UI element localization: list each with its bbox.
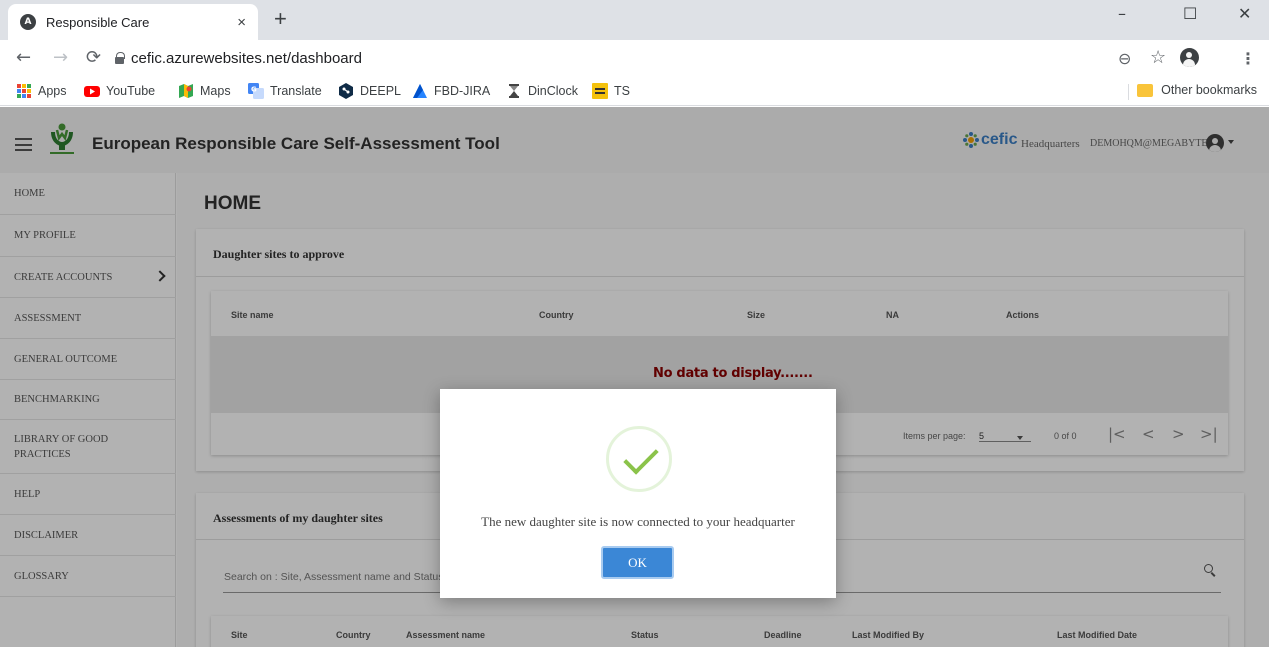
ts-icon — [592, 83, 608, 99]
reload-icon[interactable]: ⟳ — [86, 48, 101, 68]
angular-favicon-icon: A — [20, 14, 36, 30]
bookmark-deepl[interactable]: DEEPL — [338, 83, 401, 99]
lock-icon[interactable] — [115, 52, 125, 64]
new-tab-button[interactable]: + — [274, 8, 287, 30]
folder-icon — [1137, 83, 1154, 97]
success-dialog: The new daughter site is now connected t… — [440, 389, 836, 598]
ok-button[interactable]: OK — [601, 546, 674, 579]
checkmark-icon — [623, 439, 659, 475]
bookmark-translate[interactable]: G Translate — [248, 83, 322, 99]
url-field[interactable]: cefic.azurewebsites.net/dashboard — [131, 50, 362, 67]
forward-icon[interactable]: → — [53, 48, 68, 68]
tab-title: Responsible Care — [46, 14, 150, 30]
browser-tab-strip: A Responsible Care × + – ☐ ✕ — [0, 0, 1269, 40]
bookmark-label: Translate — [270, 84, 322, 98]
bookmark-label: Maps — [200, 84, 231, 98]
maps-icon — [179, 84, 193, 98]
apps-grid-icon — [17, 84, 31, 98]
minimize-icon[interactable]: – — [1118, 4, 1126, 23]
bookmark-maps[interactable]: Maps — [178, 83, 231, 99]
success-check-icon — [606, 426, 672, 492]
browser-tab[interactable]: A Responsible Care × — [8, 4, 258, 40]
youtube-icon — [84, 86, 100, 97]
tab-close-icon[interactable]: × — [237, 14, 246, 31]
bookmark-label: YouTube — [106, 84, 156, 98]
bookmark-label: TS — [614, 84, 630, 98]
bookmark-ts[interactable]: TS — [592, 83, 630, 99]
bookmark-star-icon[interactable]: ☆ — [1150, 47, 1166, 68]
maximize-icon[interactable]: ☐ — [1183, 4, 1197, 23]
bookmark-dinclock[interactable]: DinClock — [506, 83, 578, 99]
close-window-icon[interactable]: ✕ — [1238, 4, 1251, 23]
bookmark-fbd-jira[interactable]: FBD-JIRA — [412, 83, 490, 99]
deepl-icon — [339, 83, 353, 99]
bookmark-youtube[interactable]: YouTube — [84, 83, 155, 99]
bookmark-apps[interactable]: Apps — [16, 83, 67, 99]
dialog-message: The new daughter site is now connected t… — [481, 514, 795, 529]
bookmark-label: Apps — [38, 84, 67, 98]
translate-icon: G — [248, 83, 264, 99]
bookmark-label: DEEPL — [360, 84, 401, 98]
bookmarks-bar: Apps YouTube Maps G Translate DEEPL FBD-… — [0, 78, 1269, 106]
bookmark-separator — [1128, 84, 1129, 100]
bookmark-label: FBD-JIRA — [434, 84, 491, 98]
back-icon[interactable]: ← — [16, 48, 31, 68]
dinclock-icon — [509, 84, 519, 98]
browser-menu-icon[interactable]: ⋮ — [1240, 49, 1256, 68]
jira-icon — [413, 84, 427, 98]
profile-icon[interactable] — [1180, 48, 1199, 67]
bookmark-label: DinClock — [528, 84, 579, 98]
zoom-icon[interactable]: ⊖ — [1118, 49, 1131, 68]
other-bookmarks[interactable]: Other bookmarks — [1137, 83, 1257, 97]
other-bookmarks-label: Other bookmarks — [1161, 83, 1257, 97]
svg-text:G: G — [251, 86, 257, 94]
